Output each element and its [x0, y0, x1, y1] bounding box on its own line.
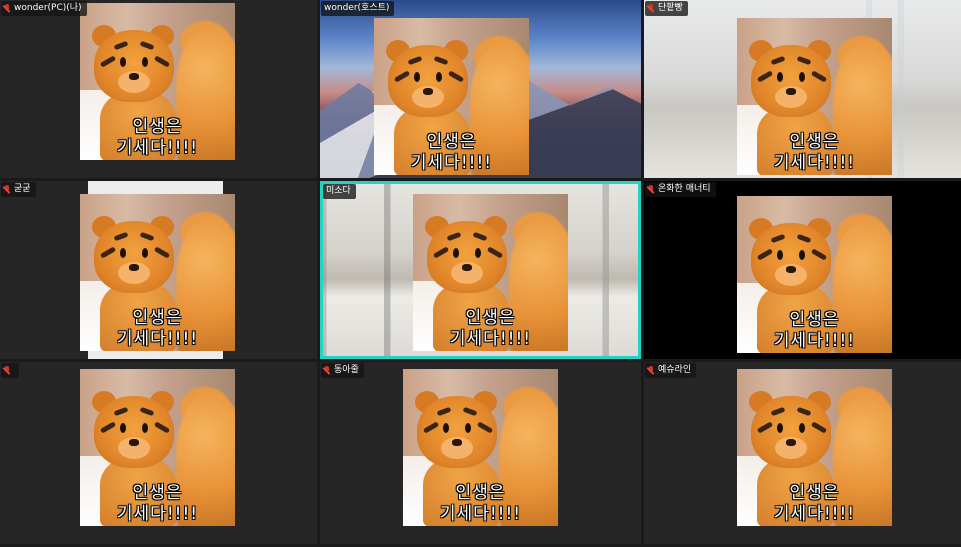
mic-muted-icon [648, 185, 655, 194]
video-tile-dongajul[interactable]: 인생은 기세다!!!! 동아줄 [320, 362, 641, 544]
tiger-video: 인생은 기세다!!!! [737, 18, 892, 175]
participant-name-tag [1, 363, 19, 378]
participant-name: 예슈라인 [658, 365, 692, 375]
video-tile-wonder-host[interactable]: 인생은 기세다!!!! wonder(호스트) [320, 0, 641, 178]
caption-line-1: 인생은 [465, 308, 516, 328]
participant-name: 미소다 [326, 186, 351, 196]
caption-line-1: 인생은 [789, 483, 840, 503]
caption-line-1: 인생은 [132, 483, 183, 503]
participant-name-tag: 동아줄 [321, 363, 364, 378]
mic-muted-icon [324, 366, 331, 375]
participant-name: wonder(PC)(나) [14, 3, 82, 13]
participant-name-tag: wonder(PC)(나) [1, 1, 87, 16]
participant-name-tag: 온화한 매너티 [645, 182, 716, 197]
participant-name-tag: 미소다 [323, 184, 356, 199]
tiger-video: 인생은 기세다!!!! [80, 194, 235, 351]
participant-name-tag: 예슈라인 [645, 363, 697, 378]
tiger-video: 인생은 기세다!!!! [403, 369, 558, 526]
caption-line-2: 기세다!!!! [449, 329, 532, 349]
mic-muted-icon [4, 366, 11, 375]
participant-name: 온화한 매너티 [658, 184, 711, 194]
mic-muted-icon [4, 185, 11, 194]
caption-line-1: 인생은 [132, 308, 183, 328]
caption-line-2: 기세다!!!! [116, 138, 199, 158]
mic-muted-icon [4, 4, 11, 13]
participant-name-tag: 단팥빵 [645, 1, 688, 16]
caption-line-1: 인생은 [789, 132, 840, 152]
participant-name-tag: 굳굳 [1, 182, 36, 197]
tiger-video: 인생은 기세다!!!! [737, 196, 892, 353]
participant-name-tag: wonder(호스트) [321, 1, 395, 16]
caption-line-2: 기세다!!!! [773, 153, 856, 173]
caption-line-1: 인생은 [132, 117, 183, 137]
caption-line-1: 인생은 [789, 310, 840, 330]
caption-line-2: 기세다!!!! [116, 329, 199, 349]
caption-line-2: 기세다!!!! [439, 504, 522, 524]
caption-line-2: 기세다!!!! [773, 331, 856, 351]
video-tile-yesyurain[interactable]: 인생은 기세다!!!! 예슈라인 [644, 362, 961, 544]
tiger-video: 인생은 기세다!!!! [413, 194, 568, 351]
video-tile-gudgud[interactable]: 인생은 기세다!!!! 굳굳 [0, 181, 317, 359]
video-tile-danpatbbang[interactable]: 인생은 기세다!!!! 단팥빵 [644, 0, 961, 178]
participant-name: 단팥빵 [658, 3, 683, 13]
tiger-video: 인생은 기세다!!!! [80, 3, 235, 160]
caption-line-1: 인생은 [426, 132, 477, 152]
caption-line-1: 인생은 [455, 483, 506, 503]
tiger-video: 인생은 기세다!!!! [80, 369, 235, 526]
mic-muted-icon [648, 366, 655, 375]
tiger-video: 인생은 기세다!!!! [737, 369, 892, 526]
caption-line-2: 기세다!!!! [410, 153, 493, 173]
participant-name: 굳굳 [14, 184, 31, 194]
video-tile-wonder-pc[interactable]: 인생은 기세다!!!! wonder(PC)(나) [0, 0, 317, 178]
caption-line-2: 기세다!!!! [773, 504, 856, 524]
video-tile-misoda-active-speaker[interactable]: 인생은 기세다!!!! 미소다 [320, 181, 641, 359]
caption-line-2: 기세다!!!! [116, 504, 199, 524]
tiger-video: 인생은 기세다!!!! [374, 18, 529, 175]
video-tile-onhwahan-manati[interactable]: 인생은 기세다!!!! 온화한 매너티 [644, 181, 961, 359]
mic-muted-icon [648, 4, 655, 13]
video-tile-unnamed[interactable]: 인생은 기세다!!!! [0, 362, 317, 544]
participant-name: 동아줄 [334, 365, 359, 375]
participant-name: wonder(호스트) [324, 3, 390, 13]
